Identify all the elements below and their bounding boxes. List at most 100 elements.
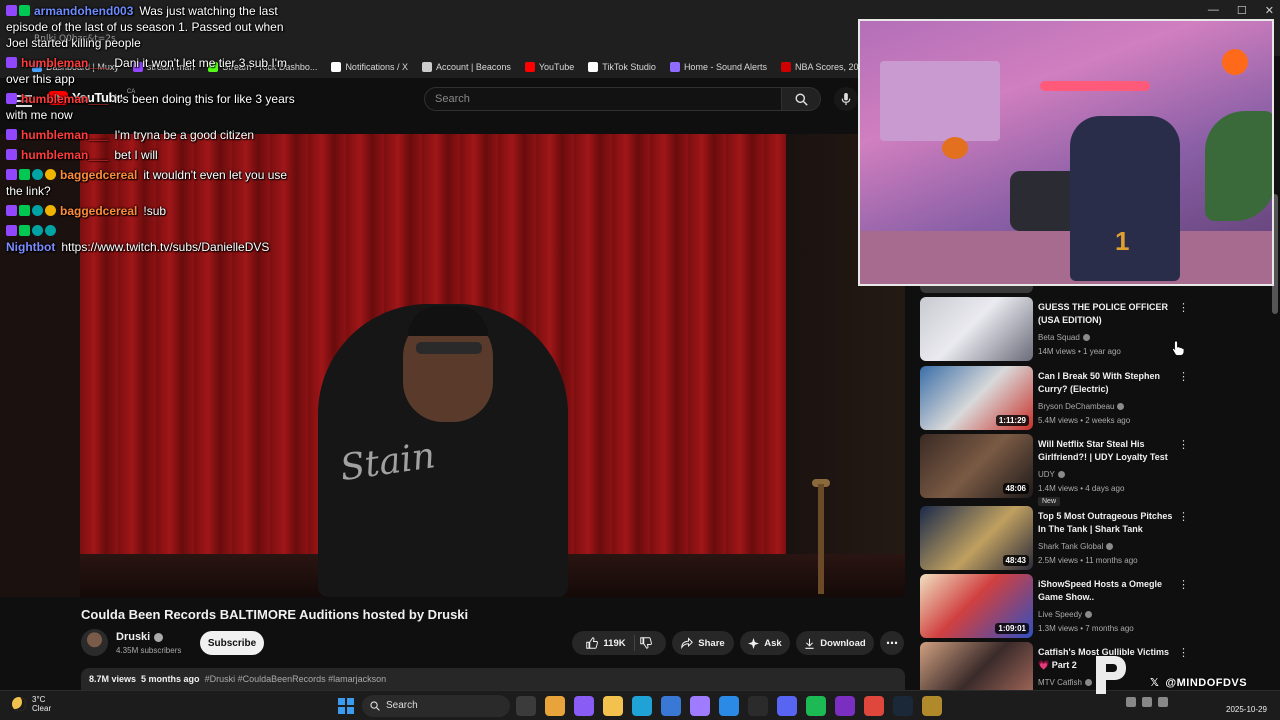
chrome-app-icon[interactable]: [545, 696, 565, 716]
gold-badge-icon: [45, 205, 56, 216]
edge-app-icon[interactable]: [632, 696, 652, 716]
bookmark-item[interactable]: TikTok Studio: [588, 62, 656, 72]
share-button[interactable]: Share: [672, 631, 734, 655]
minimize-button[interactable]: —: [1208, 4, 1219, 17]
steam-app-icon[interactable]: [893, 696, 913, 716]
recommended-channel[interactable]: Beta Squad: [1038, 333, 1090, 342]
bookmark-item[interactable]: Home - Sound Alerts: [669, 62, 767, 72]
weather-widget[interactable]: 3°C Clear: [12, 695, 51, 713]
video-thumbnail[interactable]: 48:43: [920, 506, 1033, 570]
subscribe-button[interactable]: Subscribe: [200, 631, 264, 655]
bookmark-favicon-icon: [780, 62, 791, 72]
taskbar-date[interactable]: 2025-10-29: [1226, 705, 1267, 714]
bookmark-item[interactable]: Notifications / X: [331, 62, 408, 72]
video-thumbnail[interactable]: 1:09:01: [920, 574, 1033, 638]
thumbs-down-icon[interactable]: [639, 637, 652, 649]
task-view-app-icon[interactable]: [516, 696, 536, 716]
more-options-icon[interactable]: ⋮: [1178, 578, 1189, 592]
bookmark-favicon-icon: [331, 62, 342, 72]
taskbar-search-icon: [370, 701, 380, 711]
purple-badge-icon: [6, 205, 17, 216]
chat-username[interactable]: humbleman___: [21, 56, 108, 70]
recommended-channel[interactable]: UDY: [1038, 470, 1065, 479]
download-button[interactable]: Download: [796, 631, 874, 655]
recommended-video[interactable]: GUESS THE POLICE OFFICER (USA EDITION) Be…: [920, 297, 1260, 361]
partial-thumbnail[interactable]: [920, 286, 1033, 293]
more-options-icon[interactable]: ⋮: [1178, 370, 1189, 384]
recommended-video[interactable]: 1:09:01 iShowSpeed Hosts a Omegle Game Sh…: [920, 574, 1260, 638]
description-box[interactable]: 8.7M views 5 months ago #Druski #CouldaB…: [81, 668, 905, 690]
app-gold-app-icon[interactable]: [922, 696, 942, 716]
bookmark-label: Account | Beacons: [435, 62, 511, 72]
teal-badge-icon: [45, 225, 56, 236]
more-options-icon[interactable]: ⋮: [1178, 438, 1189, 452]
chat-username[interactable]: baggedcereal: [60, 168, 137, 182]
more-options-icon[interactable]: ⋮: [1178, 646, 1189, 660]
chat-message: baggedcereal it wouldn't even let you use…: [6, 167, 306, 199]
close-window-button[interactable]: ✕: [1265, 4, 1274, 17]
system-tray: [1126, 697, 1168, 707]
store-app-icon[interactable]: [661, 696, 681, 716]
copilot-app-icon[interactable]: [574, 696, 594, 716]
search-input[interactable]: Search: [424, 87, 782, 111]
bookmark-item[interactable]: Account | Beacons: [421, 62, 511, 72]
video-thumbnail[interactable]: [920, 642, 1033, 690]
search-button[interactable]: [781, 87, 821, 111]
discord-app-icon[interactable]: [777, 696, 797, 716]
maximize-button[interactable]: ☐: [1237, 4, 1247, 17]
recommended-channel[interactable]: Bryson DeChambeau: [1038, 402, 1125, 411]
chat-username[interactable]: humbleman___: [21, 128, 108, 142]
chat-username[interactable]: humbleman___: [21, 148, 108, 162]
webcam-plant: [1205, 111, 1272, 221]
ask-button[interactable]: Ask: [740, 631, 790, 655]
recommended-title[interactable]: Top 5 Most Outrageous Pitches In The Tan…: [1038, 510, 1178, 536]
remote-app-icon[interactable]: [719, 696, 739, 716]
hashtags[interactable]: #Druski #CouldaBeenRecords #lamarjackson: [205, 674, 387, 684]
chat-username[interactable]: baggedcereal: [60, 204, 137, 218]
bookmark-item[interactable]: YouTube: [524, 62, 574, 72]
teal-badge-icon: [32, 169, 43, 180]
recommended-video[interactable]: 48:43 Top 5 Most Outrageous Pitches In Th…: [920, 506, 1260, 570]
stanchion-post: [818, 484, 824, 594]
channel-avatar[interactable]: [81, 629, 108, 656]
more-actions-button[interactable]: ⋯: [880, 631, 904, 655]
recommended-title[interactable]: Can I Break 50 With Stephen Curry? (Elec…: [1038, 370, 1178, 396]
recommended-title[interactable]: GUESS THE POLICE OFFICER (USA EDITION): [1038, 301, 1178, 327]
recommended-title[interactable]: iShowSpeed Hosts a Omegle Game Show..: [1038, 578, 1178, 604]
tray-network-icon[interactable]: [1142, 697, 1152, 707]
channel-name[interactable]: Druski: [116, 631, 164, 643]
tray-volume-icon[interactable]: [1158, 697, 1168, 707]
taskbar-apps: [516, 696, 942, 716]
recommended-stats: 2.5M views • 11 months ago: [1038, 556, 1138, 565]
recommended-channel-name: Live Speedy: [1038, 610, 1083, 619]
video-thumbnail[interactable]: 1:11:29: [920, 366, 1033, 430]
file-explorer-app-icon[interactable]: [603, 696, 623, 716]
tray-chevron-icon[interactable]: [1126, 697, 1136, 707]
bookmark-item[interactable]: NBA Scores, 2024-2...: [780, 62, 860, 72]
recommended-channel[interactable]: Shark Tank Global: [1038, 542, 1114, 551]
nzxt-app-icon[interactable]: [835, 696, 855, 716]
voice-search-button[interactable]: [834, 87, 858, 111]
obs-app-icon[interactable]: [748, 696, 768, 716]
green-badge-icon: [19, 169, 30, 180]
recommended-channel-name: UDY: [1038, 470, 1055, 479]
recommended-title[interactable]: Will Netflix Star Steal His Girlfriend?!…: [1038, 438, 1178, 464]
video-thumbnail[interactable]: [920, 297, 1033, 361]
windows-start-icon[interactable]: [338, 698, 354, 714]
like-button[interactable]: 119K: [586, 635, 635, 651]
taskbar-search[interactable]: Search: [362, 695, 510, 717]
video-thumbnail[interactable]: 48:06: [920, 434, 1033, 498]
chat-username[interactable]: armandohend003: [34, 4, 133, 18]
recommended-channel[interactable]: MTV Catfish: [1038, 678, 1093, 687]
spotify-app-icon[interactable]: [806, 696, 826, 716]
recommended-video[interactable]: 48:06 Will Netflix Star Steal His Girlfri…: [920, 434, 1260, 506]
chat-username[interactable]: Nightbot: [6, 240, 55, 254]
more-options-icon[interactable]: ⋮: [1178, 510, 1189, 524]
bookmark-label: TikTok Studio: [602, 62, 656, 72]
recommended-video[interactable]: 1:11:29 Can I Break 50 With Stephen Curry…: [920, 366, 1260, 430]
recommended-channel[interactable]: Live Speedy: [1038, 610, 1093, 619]
chat-username[interactable]: humbleman___: [21, 92, 108, 106]
app-red-app-icon[interactable]: [864, 696, 884, 716]
pen-app-icon[interactable]: [690, 696, 710, 716]
more-options-icon[interactable]: ⋮: [1178, 301, 1189, 315]
